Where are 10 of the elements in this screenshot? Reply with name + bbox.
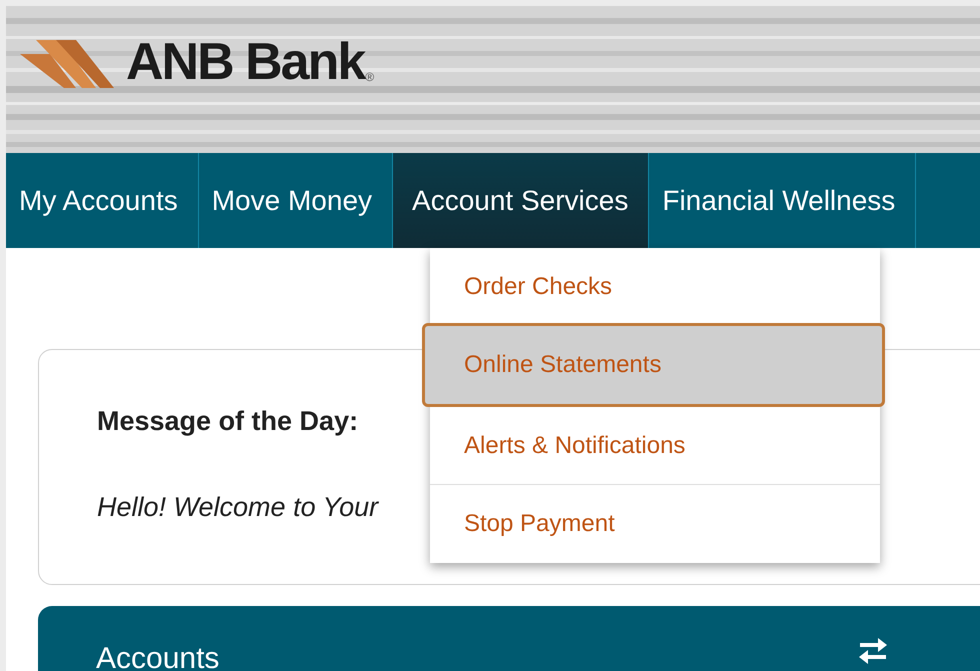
menu-item[interactable]: Stop Payment [430,485,880,563]
nav-tab[interactable]: Account Services [393,153,650,248]
message-text: Hello! Welcome to Your [97,492,380,523]
message-title: Message of the Day: [97,406,360,437]
menu-item[interactable]: Alerts & Notifications [430,407,880,485]
transfer-icon[interactable] [858,638,888,664]
nav-tab[interactable]: My Accounts [6,153,199,248]
logo-text: ANB Bank [126,36,364,88]
registered-mark: ® [365,70,374,84]
panel-title: Accounts [96,642,220,671]
